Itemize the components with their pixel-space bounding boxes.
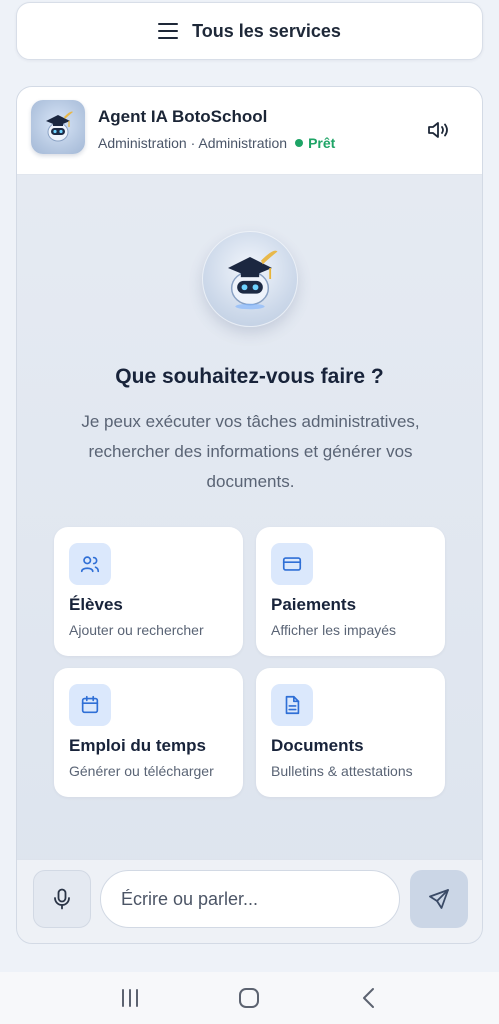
agent-subtitle-row: Administration · Administration Prêt	[98, 135, 335, 151]
action-description: Ajouter ou rechercher	[69, 622, 204, 638]
action-description: Générer ou télécharger	[69, 763, 214, 779]
message-composer	[17, 859, 482, 943]
speaker-button[interactable]	[426, 119, 452, 141]
robot-graduate-icon	[46, 111, 73, 142]
action-description: Afficher les impayés	[271, 622, 397, 638]
system-nav-bar	[0, 972, 499, 1024]
status-dot-icon	[295, 139, 304, 147]
agent-hero-avatar	[202, 231, 298, 327]
action-title: Documents	[271, 736, 364, 755]
document-icon	[271, 684, 313, 726]
agent-subtitle: Administration · Administration	[98, 135, 288, 151]
agent-title: Agent IA BotoSchool	[98, 107, 268, 126]
action-title: Paiements	[271, 595, 357, 614]
calendar-icon	[69, 684, 111, 726]
action-title: Élèves	[69, 595, 123, 614]
home-icon	[239, 988, 260, 1008]
menu-icon	[158, 23, 179, 39]
page: Tous les services Agent IA BotoSchool Ad…	[0, 0, 499, 1024]
microphone-icon	[54, 888, 70, 910]
action-card-paiements[interactable]: Paiements Afficher les impayés	[256, 527, 445, 656]
microphone-button[interactable]	[33, 870, 91, 928]
agent-chat-card: Agent IA BotoSchool Administration · Adm…	[16, 86, 483, 944]
agent-avatar	[31, 100, 85, 154]
hero-description: Je peux exécuter vos tâches administrati…	[81, 412, 420, 491]
back-icon	[363, 988, 375, 1008]
hero-title: Que souhaitez-vous faire ?	[115, 365, 384, 388]
action-card-documents[interactable]: Documents Bulletins & attestations	[256, 668, 445, 797]
send-icon	[429, 889, 449, 909]
action-title: Emploi du temps	[69, 736, 206, 755]
users-icon	[69, 543, 111, 585]
action-description: Bulletins & attestations	[271, 763, 413, 779]
robot-graduate-icon	[228, 250, 278, 310]
agent-header: Agent IA BotoSchool Administration · Adm…	[17, 87, 482, 175]
home-button[interactable]	[229, 978, 269, 1018]
action-card-emploi-du-temps[interactable]: Emploi du temps Générer ou télécharger	[54, 668, 243, 797]
all-services-label: Tous les services	[192, 20, 341, 41]
back-button[interactable]	[349, 978, 389, 1018]
all-services-button[interactable]: Tous les services	[16, 2, 483, 60]
recent-apps-button[interactable]	[110, 978, 150, 1018]
action-card-eleves[interactable]: Élèves Ajouter ou rechercher	[54, 527, 243, 656]
message-input[interactable]	[100, 870, 400, 928]
agent-status: Prêt	[308, 135, 336, 151]
credit-card-icon	[271, 543, 313, 585]
send-button[interactable]	[410, 870, 468, 928]
recent-apps-icon	[121, 989, 138, 1007]
speaker-icon	[428, 122, 448, 138]
